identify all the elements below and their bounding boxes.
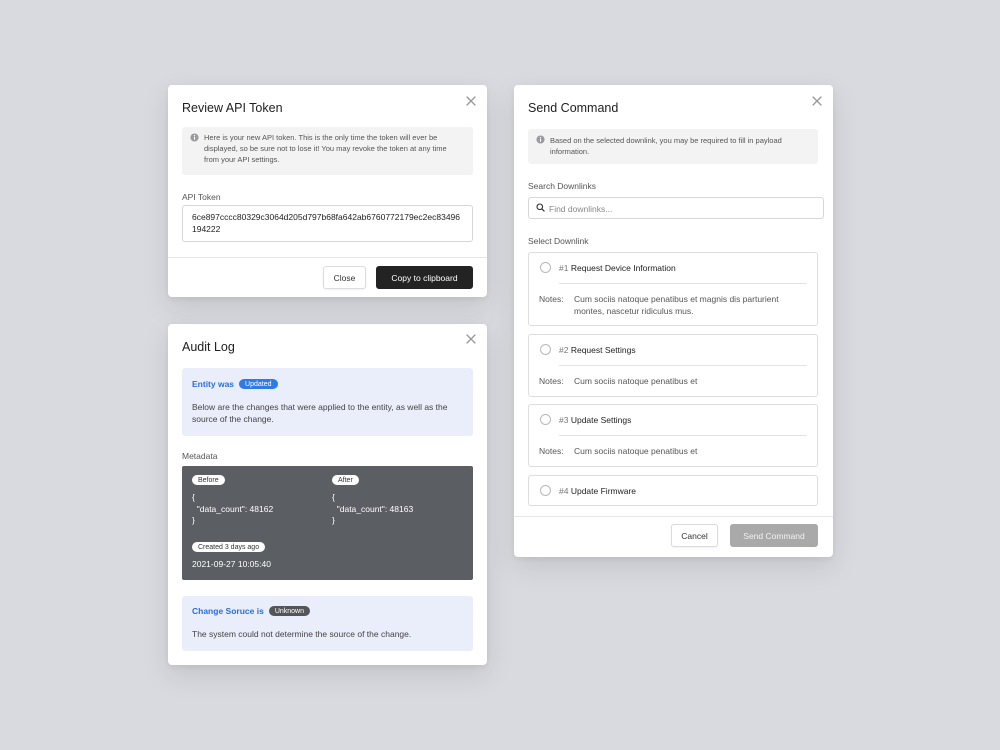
search-icon xyxy=(536,203,545,212)
downlink-divider xyxy=(559,435,807,436)
downlink-title: #1 Request Device Information xyxy=(559,263,676,273)
info-icon xyxy=(190,133,199,142)
after-pill: After xyxy=(332,475,359,485)
close-button[interactable]: Close xyxy=(323,266,366,289)
after-code: { "data_count": 48163 } xyxy=(332,492,414,525)
downlink-divider xyxy=(559,283,807,284)
copy-to-clipboard-button[interactable]: Copy to clipboard xyxy=(376,266,473,289)
audit-log-modal: Audit Log Entity was Updated Below are t… xyxy=(168,324,487,665)
api-token-modal: Review API Token Here is your new API to… xyxy=(168,85,487,297)
token-label: API Token xyxy=(182,192,221,202)
search-label: Search Downlinks xyxy=(528,181,597,191)
downlink-notes: Cum sociis natoque penatibus et xyxy=(574,376,698,386)
downlink-name: Request Device Information xyxy=(570,263,676,273)
search-input[interactable] xyxy=(549,201,809,216)
notes-label: Notes: xyxy=(539,294,564,304)
downlink-notes: Cum sociis natoque penatibus et magnis d… xyxy=(574,294,779,316)
downlink-number: #2 xyxy=(559,345,569,355)
downlink-item-2[interactable]: #2 Request Settings Notes: Cum sociis na… xyxy=(528,334,818,397)
entity-heading: Entity was Updated xyxy=(192,379,278,389)
source-description: The system could not determine the sourc… xyxy=(192,629,412,639)
before-pill: Before xyxy=(192,475,225,485)
downlink-item-1[interactable]: #1 Request Device Information Notes: Cum… xyxy=(528,252,818,326)
created-pill: Created 3 days ago xyxy=(192,542,266,552)
select-downlink-label: Select Downlink xyxy=(528,236,589,246)
metadata-label: Metadata xyxy=(182,451,218,461)
radio-button[interactable] xyxy=(540,414,551,425)
search-box xyxy=(528,197,824,219)
downlink-item-3[interactable]: #3 Update Settings Notes: Cum sociis nat… xyxy=(528,404,818,467)
close-icon[interactable] xyxy=(464,332,478,346)
source-heading-text: Change Soruce is xyxy=(192,606,264,616)
before-code: { "data_count": 48162 } xyxy=(192,492,274,525)
entity-description: Below are the changes that were applied … xyxy=(192,402,448,424)
footer-divider xyxy=(514,516,833,517)
token-field[interactable]: 6ce897cccc80329c3064d205d797b68fa642ab67… xyxy=(182,205,473,242)
created-timestamp: 2021-09-27 10:05:40 xyxy=(192,559,271,569)
info-box: Here is your new API token. This is the … xyxy=(182,127,473,175)
close-icon[interactable] xyxy=(464,94,478,108)
downlink-number: #1 xyxy=(559,263,569,273)
info-box: Based on the selected downlink, you may … xyxy=(528,129,818,164)
notes-label: Notes: xyxy=(539,446,564,456)
radio-button[interactable] xyxy=(540,262,551,273)
metadata-panel: Before { "data_count": 48162 } After { "… xyxy=(182,466,473,580)
source-heading: Change Soruce is Unknown xyxy=(192,606,310,616)
status-badge: Updated xyxy=(239,379,278,389)
downlink-name: Request Settings xyxy=(570,345,636,355)
entity-callout: Entity was Updated Below are the changes… xyxy=(182,368,473,436)
downlink-number: #4 xyxy=(559,486,569,496)
radio-button[interactable] xyxy=(540,344,551,355)
source-badge: Unknown xyxy=(268,606,310,616)
info-text: Here is your new API token. This is the … xyxy=(204,133,447,164)
downlink-name: Update Firmware xyxy=(570,486,637,496)
downlink-title: #4 Update Firmware xyxy=(559,486,636,496)
radio-button[interactable] xyxy=(540,485,551,496)
downlink-notes: Cum sociis natoque penatibus et xyxy=(574,446,698,456)
cancel-button[interactable]: Cancel xyxy=(671,524,718,547)
close-icon[interactable] xyxy=(810,94,824,108)
modal-title: Audit Log xyxy=(182,340,235,354)
modal-title: Review API Token xyxy=(182,101,283,115)
info-icon xyxy=(536,135,545,144)
info-text: Based on the selected downlink, you may … xyxy=(550,136,782,156)
downlink-divider xyxy=(559,365,807,366)
modal-title: Send Command xyxy=(528,101,619,115)
send-command-button[interactable]: Send Command xyxy=(730,524,818,547)
send-command-modal: Send Command Based on the selected downl… xyxy=(514,85,833,557)
notes-label: Notes: xyxy=(539,376,564,386)
downlink-title: #3 Update Settings xyxy=(559,415,631,425)
source-callout: Change Soruce is Unknown The system coul… xyxy=(182,596,473,651)
downlink-item-4[interactable]: #4 Update Firmware xyxy=(528,475,818,506)
entity-heading-text: Entity was xyxy=(192,379,235,389)
footer-divider xyxy=(168,257,487,258)
downlink-name: Update Settings xyxy=(570,415,632,425)
downlink-number: #3 xyxy=(559,415,569,425)
downlink-title: #2 Request Settings xyxy=(559,345,636,355)
